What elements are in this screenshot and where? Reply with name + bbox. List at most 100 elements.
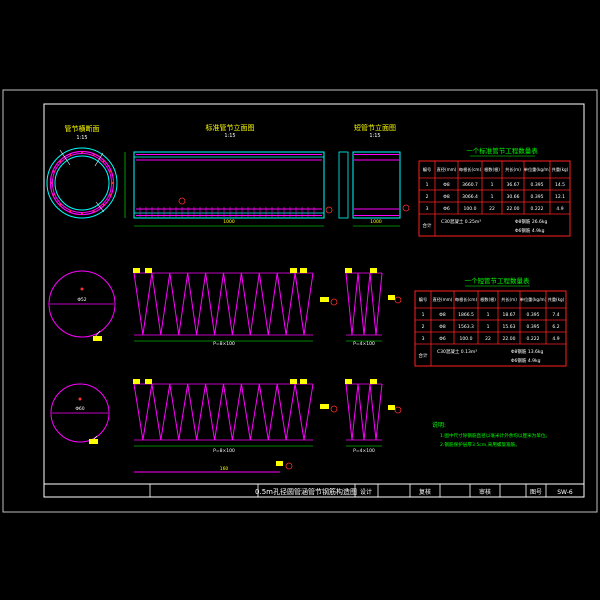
table-header-cell: 直径(mm) <box>437 166 457 172</box>
std-length-label: 1000 <box>223 219 235 225</box>
spiral2-len: P=4×100 <box>353 341 375 347</box>
spiral-circle-1-label: Φ52 <box>77 297 86 303</box>
longitudinal-bar-dot <box>69 153 72 156</box>
spiral3-tag-left2 <box>145 379 152 384</box>
section-view-scale: 1:15 <box>76 135 87 141</box>
spiral-circle-2-tag <box>89 439 98 444</box>
notes-heading: 说明: <box>432 421 446 429</box>
short-elev-title: 短管节立面图 <box>354 123 396 132</box>
table-cell: 3 <box>426 206 429 212</box>
table-cell: 22.00 <box>503 336 516 342</box>
table-total-concrete: C30混凝土 0.13m³ <box>437 348 477 355</box>
table-cell: 0.395 <box>531 182 544 188</box>
table-cell: 1563.3 <box>458 324 474 330</box>
table-total-steel-a: Φ8钢筋 26.6kg <box>515 218 547 225</box>
spiral1-tag-right <box>290 268 297 273</box>
spiral3-tag-right2 <box>300 379 307 384</box>
std-elev-scale: 1:15 <box>224 133 235 139</box>
table-cell: 2 <box>426 194 429 200</box>
table-cell: 1 <box>422 312 425 318</box>
table-header-cell: 每根长(cm) <box>455 296 478 303</box>
table-cell: 7.4 <box>552 312 559 318</box>
section-view-title: 管节横断面 <box>65 124 100 133</box>
table-total-steel-b: Φ6钢筋 4.9kg <box>515 227 545 234</box>
table-header-cell: 共重(kg) <box>552 166 569 173</box>
spiral-circle-2-label: Φ60 <box>75 406 84 412</box>
table-total-steel-a: Φ8钢筋 13.6kg <box>511 348 543 355</box>
longitudinal-bar-dot <box>50 182 53 184</box>
longitudinal-bar-dot <box>81 212 83 215</box>
spiral4-len: P=4×100 <box>353 448 375 454</box>
tb-design-label: 设计 <box>360 488 372 496</box>
table-cell: 0.222 <box>531 206 544 212</box>
spiral2-side-tag <box>388 295 395 300</box>
table-total-concrete: C30混凝土 0.25m³ <box>441 218 481 225</box>
table-cell: 1 <box>491 194 494 200</box>
longitudinal-bar-dot <box>102 160 105 163</box>
table-cell: 18.67 <box>503 312 516 318</box>
spiral2-tag-right <box>370 268 377 273</box>
spiral1-len: P=8×100 <box>213 341 235 347</box>
table-header-cell: 共长(m) <box>501 296 517 303</box>
table-header-cell: 编号 <box>423 166 431 173</box>
table-cell: 1 <box>487 324 490 330</box>
spiral3-tag-right <box>290 379 297 384</box>
table-header-cell: 每根长(cm) <box>459 166 482 173</box>
spiral3-len: P=8×100 <box>213 448 235 454</box>
table-total-label: 合计 <box>423 222 432 229</box>
table-cell: 36.67 <box>507 182 520 188</box>
notes-line-2: 2.钢筋保护层厚3.5cm,采用螺旋箍筋。 <box>440 441 520 448</box>
spiral4-tag-left <box>345 379 352 384</box>
spiral-circle-1-mark <box>80 287 84 291</box>
table-cell: Φ8 <box>443 182 450 188</box>
table-cell: 4.9 <box>552 336 559 342</box>
table-cell: 6.2 <box>552 324 559 330</box>
tb-audit-label: 审核 <box>479 488 491 496</box>
table-cell: 1866.5 <box>458 312 474 318</box>
table-cell: Φ6 <box>443 206 450 212</box>
table-cell: 22 <box>489 206 495 212</box>
tb-review-label: 复核 <box>419 488 431 496</box>
spiral2-tag-left <box>345 268 352 273</box>
spiral1-tag-left <box>133 268 140 273</box>
spiral1-side-tag <box>320 297 329 302</box>
spiral4-side-tag <box>388 405 395 410</box>
longitudinal-bar-dot <box>59 203 62 206</box>
table-cell: 100.0 <box>460 336 473 342</box>
table-cell: 3066.4 <box>462 194 478 200</box>
table-cell: 4.9 <box>556 206 563 212</box>
short-elev-scale: 1:15 <box>369 133 380 139</box>
table-total-steel-b: Φ6钢筋 4.9kg <box>511 357 541 364</box>
table-cell: 0.395 <box>527 312 540 318</box>
table-header-cell: 单位重(kg/m) <box>524 166 551 173</box>
spiral1-tag-left2 <box>145 268 152 273</box>
table-cell: 0.395 <box>531 194 544 200</box>
table-cell: Φ8 <box>439 324 446 330</box>
table-cell: 0.222 <box>527 336 540 342</box>
short-length-label: 1000 <box>370 219 382 225</box>
table-header-cell: 根数(根) <box>484 166 500 173</box>
table-cell: 3 <box>422 336 425 342</box>
table1-title: 一个标准管节工程数量表 <box>466 146 538 155</box>
spiral-circle-2-mark <box>78 397 82 401</box>
table-cell: 1 <box>487 312 490 318</box>
longitudinal-bar-dot <box>109 193 112 196</box>
spiral-circle-1-tag <box>93 336 102 341</box>
notes-line-1: 1.图中尺寸除钢筋直径以毫米计外余均以厘米为单位。 <box>440 432 550 439</box>
straight-bar-label: 160 <box>220 466 229 472</box>
longitudinal-bar-dot <box>109 170 112 173</box>
spiral3-side-tag <box>320 404 329 409</box>
table-header-cell: 单位重(kg/m) <box>520 296 547 303</box>
straight-bar-tag <box>276 461 283 466</box>
longitudinal-bar-dot <box>92 210 95 213</box>
table-cell: 14.5 <box>555 182 565 188</box>
tb-sheet-label: 图号 <box>530 489 542 496</box>
table-cell: Φ6 <box>439 336 446 342</box>
table-header-cell: 根数(根) <box>480 296 496 303</box>
spiral3-tag-left <box>133 379 140 384</box>
table-cell: 1 <box>491 182 494 188</box>
table-cell: Φ8 <box>439 312 446 318</box>
longitudinal-bar-dot <box>69 210 72 213</box>
table-header-cell: 编号 <box>419 296 427 303</box>
table2-title: 一个短管节工程数量表 <box>465 276 531 285</box>
